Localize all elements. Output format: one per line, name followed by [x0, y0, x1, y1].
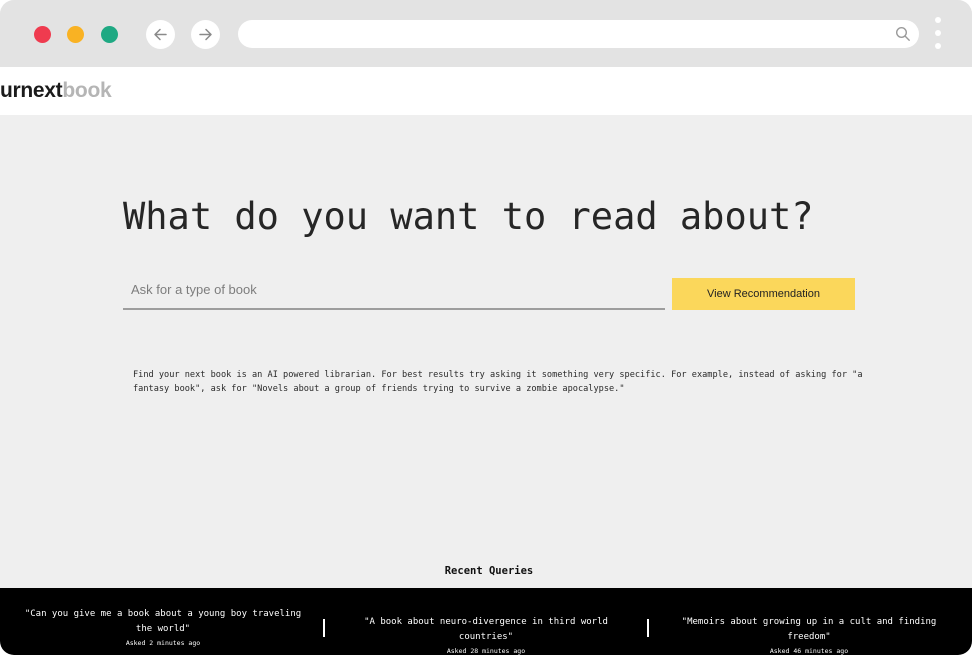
menu-dot — [935, 43, 941, 49]
query-divider — [323, 619, 325, 637]
book-query-input[interactable] — [123, 275, 665, 310]
recent-queries-title: Recent Queries — [444, 565, 534, 577]
logo-text-dark: urnext — [0, 79, 63, 102]
browser-window: urnextbook What do you want to read abou… — [0, 0, 972, 655]
address-bar[interactable] — [238, 20, 919, 48]
logo-text-light: book — [62, 79, 112, 102]
site-header: urnextbook — [0, 67, 972, 115]
recent-queries-bar: "Can you give me a book about a young bo… — [0, 588, 972, 655]
arrow-left-icon — [154, 28, 167, 41]
search-icon[interactable] — [895, 26, 911, 42]
recent-query-text: "Can you give me a book about a young bo… — [24, 609, 302, 634]
query-divider — [647, 619, 649, 637]
minimize-window-dot[interactable] — [67, 26, 84, 43]
back-button[interactable] — [146, 20, 175, 49]
description-text: Find your next book is an AI powered lib… — [133, 370, 863, 394]
browser-toolbar — [0, 0, 972, 67]
forward-button[interactable] — [191, 20, 220, 49]
recent-query-text: "Memoirs about growing up in a cult and … — [681, 617, 937, 642]
recent-query-item[interactable]: "A book about neuro-divergence in third … — [336, 615, 636, 655]
close-window-dot[interactable] — [34, 26, 51, 43]
view-recommendation-button[interactable]: View Recommendation — [672, 278, 855, 310]
recent-query-item[interactable]: "Memoirs about growing up in a cult and … — [660, 615, 958, 655]
maximize-window-dot[interactable] — [101, 26, 118, 43]
arrow-right-icon — [199, 28, 212, 41]
site-logo[interactable]: urnextbook — [0, 78, 112, 104]
recent-query-time: Asked 2 minutes ago — [125, 639, 201, 647]
menu-dot — [935, 30, 941, 36]
kebab-menu-icon[interactable] — [932, 17, 944, 51]
main-content: What do you want to read about? View Rec… — [0, 115, 972, 588]
recent-query-item[interactable]: "Can you give me a book about a young bo… — [18, 607, 308, 648]
menu-dot — [935, 17, 941, 23]
recent-query-text: "A book about neuro-divergence in third … — [364, 617, 608, 642]
recent-query-time: Asked 46 minutes ago — [769, 647, 849, 655]
page-title: What do you want to read about? — [123, 195, 814, 238]
recent-query-time: Asked 28 minutes ago — [446, 647, 526, 655]
